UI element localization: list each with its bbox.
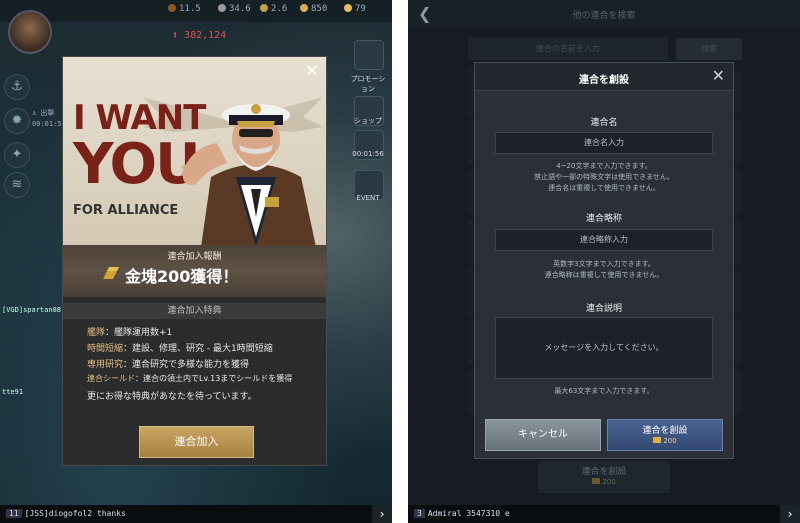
alliance-desc-textarea[interactable]: メッセージを入力してください。 xyxy=(495,317,713,379)
page-title: 他の連合を検索 xyxy=(572,11,636,21)
promotion-button[interactable] xyxy=(354,40,384,70)
chat-bar[interactable]: 3 Admiral 3547310 e › xyxy=(408,505,800,523)
resource-ammo: 2.6 xyxy=(260,4,287,14)
bonus-section-title: 連合加入特典 xyxy=(63,303,326,319)
anchor-icon[interactable]: ⚓ xyxy=(4,74,30,100)
bonus-item: 連合シールド：連合の領土内でLv.13までシールドを獲得 xyxy=(87,374,293,383)
alliance-name-label: 連合名 xyxy=(590,118,618,128)
create-alliance-modal: 連合を創設 ✕ 連合名 連合名入力 4~20文字まで入力できます。 禁止語や一部… xyxy=(474,62,734,459)
reward-amount: 金塊200獲得！ xyxy=(125,267,239,286)
bonus-item: 時間短縮：建設、修理、研究 - 最大1時間短縮 xyxy=(87,344,273,354)
resource-oil: 11.5 xyxy=(168,4,201,14)
cost-label: 200 xyxy=(538,478,670,486)
close-icon[interactable]: ✕ xyxy=(712,68,725,84)
alliance-abbr-input[interactable]: 連合略称入力 xyxy=(495,229,713,251)
resource-steel: 34.6 xyxy=(218,4,251,14)
recruitment-poster: I WANT YOU FOR ALLIANCE ✕ xyxy=(63,57,326,245)
name-hint: 4~20文字まで入力できます。 xyxy=(556,162,652,170)
event-label: EVENT xyxy=(356,194,380,202)
abbr-hint: 英数字3文字まで入力できます。 xyxy=(553,260,655,268)
shield-icon[interactable]: ✦ xyxy=(4,142,30,168)
poster-subline: FOR ALLIANCE xyxy=(73,203,179,218)
cancel-button[interactable]: キャンセル xyxy=(485,419,601,451)
gold-bar-icon xyxy=(653,437,662,443)
desc-hint: 最大63文字まで入力できます。 xyxy=(554,387,654,395)
alliance-desc-label: 連合説明 xyxy=(585,304,622,314)
chevron-right-icon[interactable]: › xyxy=(780,505,800,523)
shop-label: ショップ xyxy=(354,117,382,125)
join-alliance-button[interactable]: 連合加入 xyxy=(139,426,254,458)
chat-channel-badge: 11 xyxy=(6,509,22,518)
bonus-item: 艦隊：艦隊運用数+1 xyxy=(87,328,173,338)
name-hint: 連合名は重複して使用できません。 xyxy=(548,184,660,192)
status-label: ⚓ 出撃 xyxy=(32,109,55,117)
map-player-name: [VGD]spartan88 xyxy=(2,306,62,314)
cost-label: 200 xyxy=(608,437,722,445)
header-bar: ❮ 他の連合を検索 xyxy=(408,0,800,28)
alliance-abbr-label: 連合略称 xyxy=(585,214,622,224)
reward-title: 連合加入報酬 xyxy=(167,252,222,262)
close-icon[interactable]: ✕ xyxy=(304,63,320,79)
chat-channel-badge: 3 xyxy=(414,509,425,518)
resource-gold: 850 xyxy=(300,4,327,14)
status-timer: 00:01:5 xyxy=(32,120,62,128)
create-alliance-bg-button[interactable]: 連合を創設 200 xyxy=(538,461,670,493)
power-icon: ⬆ xyxy=(172,30,185,41)
alliance-join-modal: I WANT YOU FOR ALLIANCE ✕ 連合加入報酬 金塊200獲得… xyxy=(62,56,327,466)
map-player-name-2: tte91 xyxy=(2,388,24,396)
gold-bar-icon xyxy=(103,267,119,279)
search-button[interactable]: 検索 xyxy=(676,38,742,60)
modal-title: 連合を創設 xyxy=(579,75,629,86)
chat-message: [JSS]diogofol2 thanks xyxy=(24,509,126,518)
create-alliance-button[interactable]: 連合を創設 200 xyxy=(607,419,723,451)
player-avatar[interactable] xyxy=(8,10,52,54)
alliance-search-screen: ❮ 他の連合を検索 連合の名前を入力 検索 連合を創設 200 連合を創設 ✕ … xyxy=(408,0,800,523)
chat-message: Admiral 3547310 e xyxy=(427,509,510,518)
name-hint: 禁止語や一部の特殊文字は使用できません。 xyxy=(534,173,674,181)
resource-gem: 79 xyxy=(344,4,366,14)
combat-power: ⬆ 382,124 xyxy=(172,30,227,41)
gear-icon[interactable]: ✹ xyxy=(4,108,30,134)
game-screen-left: 11.5 34.6 2.6 850 79 ⬆ 382,124 ⚓ ✹ ✦ ≋ ⚓… xyxy=(0,0,392,523)
alliance-name-input[interactable]: 連合名入力 xyxy=(495,132,713,154)
alliance-search-input[interactable]: 連合の名前を入力 xyxy=(468,38,668,60)
bonus-item: 専用研究：連合研究で多様な能力を獲得 xyxy=(87,360,250,370)
chevron-right-icon[interactable]: › xyxy=(372,505,392,523)
timer-label: 00:01:56 xyxy=(352,150,384,158)
reward-banner: 連合加入報酬 金塊200獲得！ xyxy=(63,245,326,297)
abbr-hint: 連合略称は重複して使用できません。 xyxy=(544,271,664,279)
gold-bar-icon xyxy=(592,478,601,484)
resource-bar: 11.5 34.6 2.6 850 79 xyxy=(0,0,392,22)
modal-header: 連合を創設 ✕ xyxy=(475,63,733,91)
poster-you: YOU xyxy=(73,132,201,197)
rank-icon[interactable]: ≋ xyxy=(4,172,30,198)
bonus-more-text: 更にお得な特典があなたを待っています。 xyxy=(87,392,257,402)
chat-bar[interactable]: 11 [JSS]diogofol2 thanks › xyxy=(0,505,392,523)
promotion-label: プロモーション xyxy=(350,75,386,93)
admiral-illustration xyxy=(181,104,316,245)
